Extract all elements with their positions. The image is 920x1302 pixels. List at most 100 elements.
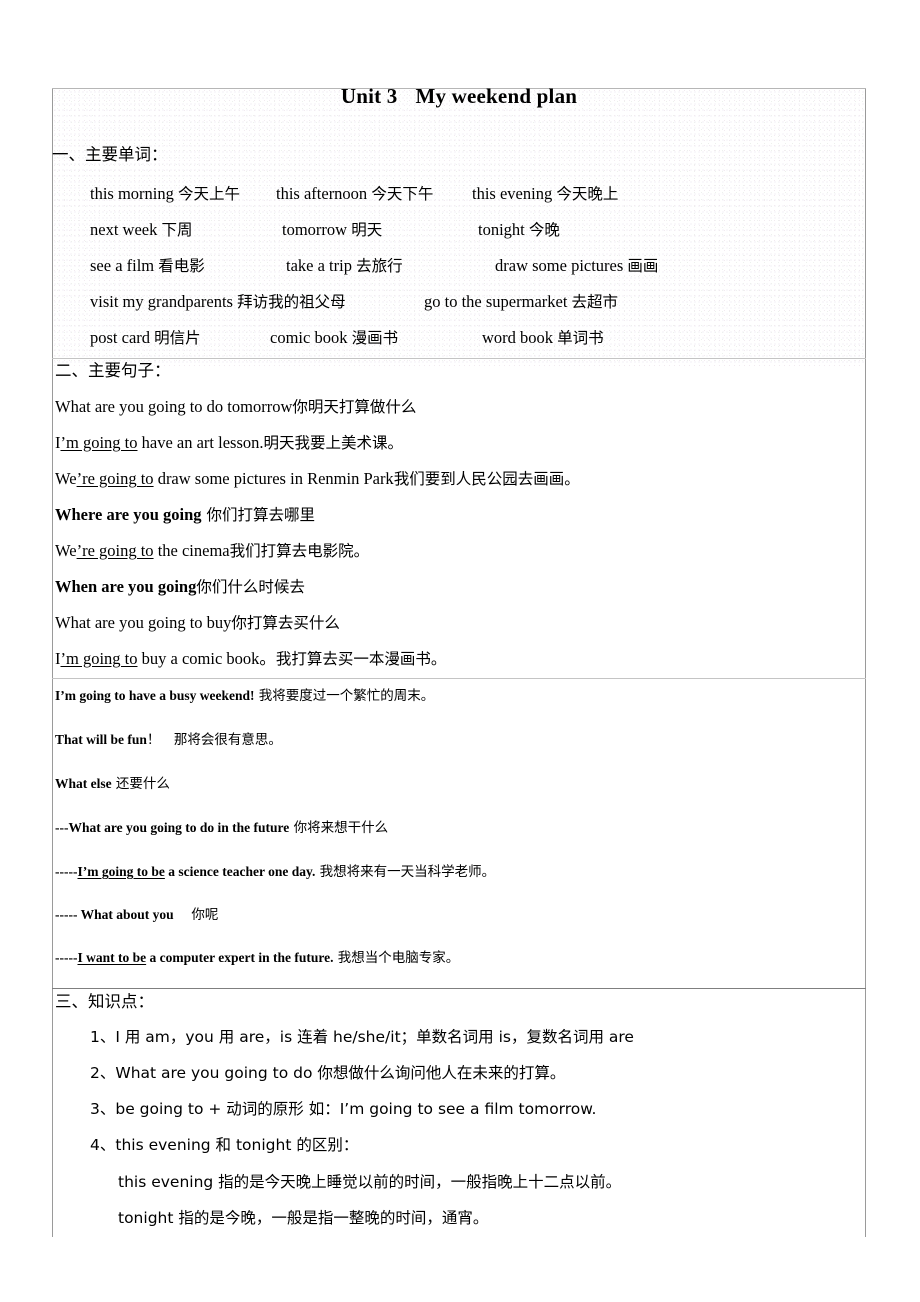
vocab-en: tomorrow [282,220,352,239]
sentence-key-phrase: I want to be [77,950,147,965]
vocab-item: draw some pictures 画画 [495,254,658,276]
vocab-en: take a trip [286,256,357,275]
vocab-item: comic book 漫画书 [270,326,398,348]
sentence-en: draw some pictures in Renmin Park [153,469,394,488]
sentence-key-phrase: ’re going to [76,469,154,488]
vocab-item: visit my grandparents 拜访我的祖父母 [90,290,346,312]
vocab-item: tonight 今晚 [478,218,560,240]
frame-rule-bold-block [52,678,866,679]
vocab-item: see a film 看电影 [90,254,205,276]
knowledge-subpoint: this evening 指的是今天晚上睡觉以前的时间，一般指晚上十二点以前。 [118,1173,622,1191]
document-page: Unit 3 My weekend plan 一、主要单词： this morni… [0,0,920,1302]
sentence-line: Where are you going 你们打算去哪里 [55,505,315,525]
section3-heading: 三、知识点： [55,992,154,1011]
knowledge-point: 3、be going to + 动词的原形 如：I’m going to see… [90,1100,597,1118]
bold-sentence-line: What else 还要什么 [55,776,170,793]
vocab-en: post card [90,328,155,347]
sentence-cn: 那将会很有意思。 [160,732,282,748]
sentence-cn: 我们要到人民公园去画画。 [393,470,580,488]
sentence-lead-dashes: --- [55,820,69,835]
vocab-item: next week 下周 [90,218,193,240]
sentence-en: What are you going to buy [55,613,232,632]
vocab-en: word book [482,328,558,347]
sentence-en: We [55,469,77,488]
vocab-item: take a trip 去旅行 [286,254,403,276]
sentence-key-phrase: ’m going to [60,649,138,668]
vocab-item: this morning 今天上午 [90,182,240,204]
vocab-cn: 看电影 [158,257,205,275]
sentence-cn: 你呢 [173,907,219,923]
title-unit: Unit 3 [340,84,398,108]
vocab-cn: 去旅行 [356,257,403,275]
knowledge-point: 4、this evening 和 tonight 的区别： [90,1136,359,1154]
sentence-en-bold: What else [55,776,112,791]
sentence-en-bold: a science teacher one day. [164,864,316,879]
sentence-en: the cinema [153,541,230,560]
sentence-lead-dashes: ----- [55,864,78,879]
sentence-punct: ！ [146,732,161,748]
knowledge-subpoint: tonight 指的是今晚，一般是指一整晚的时间，通宵。 [118,1209,489,1227]
sentence-cn: 你明天打算做什么 [292,398,417,416]
sentence-line: I’m going to have an art lesson.明天我要上美术课… [55,433,404,453]
page-title: Unit 3 My weekend plan [52,84,866,109]
vocab-en: this evening [472,184,557,203]
sentence-line: When are you going你们什么时候去 [55,577,305,597]
knowledge-point: 2、What are you going to do 你想做什么询问他人在未来的… [90,1064,566,1082]
vocab-en: go to the supermarket [424,292,572,311]
sentence-en-bold: Where are you going [55,505,202,524]
sentence-en: We [55,541,77,560]
sentence-en: What are you going to do tomorrow [55,397,293,416]
sentence-en-bold: When are you going [55,577,197,596]
sentence-line: I’m going to buy a comic book。我打算去买一本漫画书… [55,649,447,669]
vocab-cn: 今天下午 [371,185,434,203]
sentence-en-bold: I’m going to have a busy weekend! [55,688,255,703]
vocab-en: draw some pictures [495,256,628,275]
section2-heading: 二、主要句子： [55,361,171,380]
vocab-cn: 明信片 [154,329,201,347]
vocab-cn: 今天晚上 [556,185,619,203]
sentence-cn: 你们打算去哪里 [201,506,315,524]
sentence-en: buy a comic book。 [137,649,276,668]
vocab-en: comic book [270,328,352,347]
sentence-key-phrase: ’m going to [60,433,138,452]
vocab-cn: 单词书 [557,329,604,347]
sentence-cn: 明天我要上美术课。 [263,434,404,452]
sentence-cn: 还要什么 [111,776,170,792]
vocab-item: post card 明信片 [90,326,201,348]
sentence-cn: 你们什么时候去 [196,578,305,596]
sentence-cn: 你打算去买什么 [231,614,340,632]
sentence-line: What are you going to buy你打算去买什么 [55,613,340,633]
sentence-key-phrase: ’re going to [76,541,154,560]
sentence-cn: 我们打算去电影院。 [229,542,370,560]
bold-sentence-line: ----- What about you 你呢 [55,907,218,924]
bold-sentence-line: -----I want to be a computer expert in t… [55,950,459,967]
bold-sentence-line: I’m going to have a busy weekend! 我将要度过一… [55,688,434,705]
vocab-cn: 今晚 [528,221,560,239]
sentence-cn: 我将要度过一个繁忙的周末。 [254,688,435,704]
sentence-lead-dashes: ----- [55,950,78,965]
vocab-en: this morning [90,184,179,203]
vocab-en: this afternoon [276,184,372,203]
vocab-cn: 下周 [161,221,193,239]
title-topic: My weekend plan [415,84,578,108]
sentence-en: have an art lesson. [137,433,264,452]
vocab-cn: 画画 [627,257,659,275]
sentence-line: We’re going to draw some pictures in Ren… [55,469,580,489]
vocab-item: go to the supermarket 去超市 [424,290,618,312]
sentence-key-phrase: I’m going to be [77,864,165,879]
vocab-cn: 明天 [351,221,383,239]
sentence-en-bold: What about you [80,907,174,922]
bold-sentence-line: ---What are you going to do in the futur… [55,820,388,837]
vocab-item: this evening 今天晚上 [472,182,618,204]
vocab-cn: 拜访我的祖父母 [237,293,346,311]
vocab-cn: 漫画书 [351,329,399,347]
vocab-item: tomorrow 明天 [282,218,382,240]
sentence-cn: 我打算去买一本漫画书。 [275,650,447,668]
frame-rule-section2 [52,358,866,359]
sentence-en-bold: That will be fun [55,732,147,747]
vocab-en: tonight [478,220,529,239]
sentence-cn: 我想当个电脑专家。 [333,950,460,966]
bold-sentence-line: -----I’m going to be a science teacher o… [55,864,495,881]
vocab-cn: 去超市 [571,293,619,311]
frame-rule-section3 [52,988,866,989]
